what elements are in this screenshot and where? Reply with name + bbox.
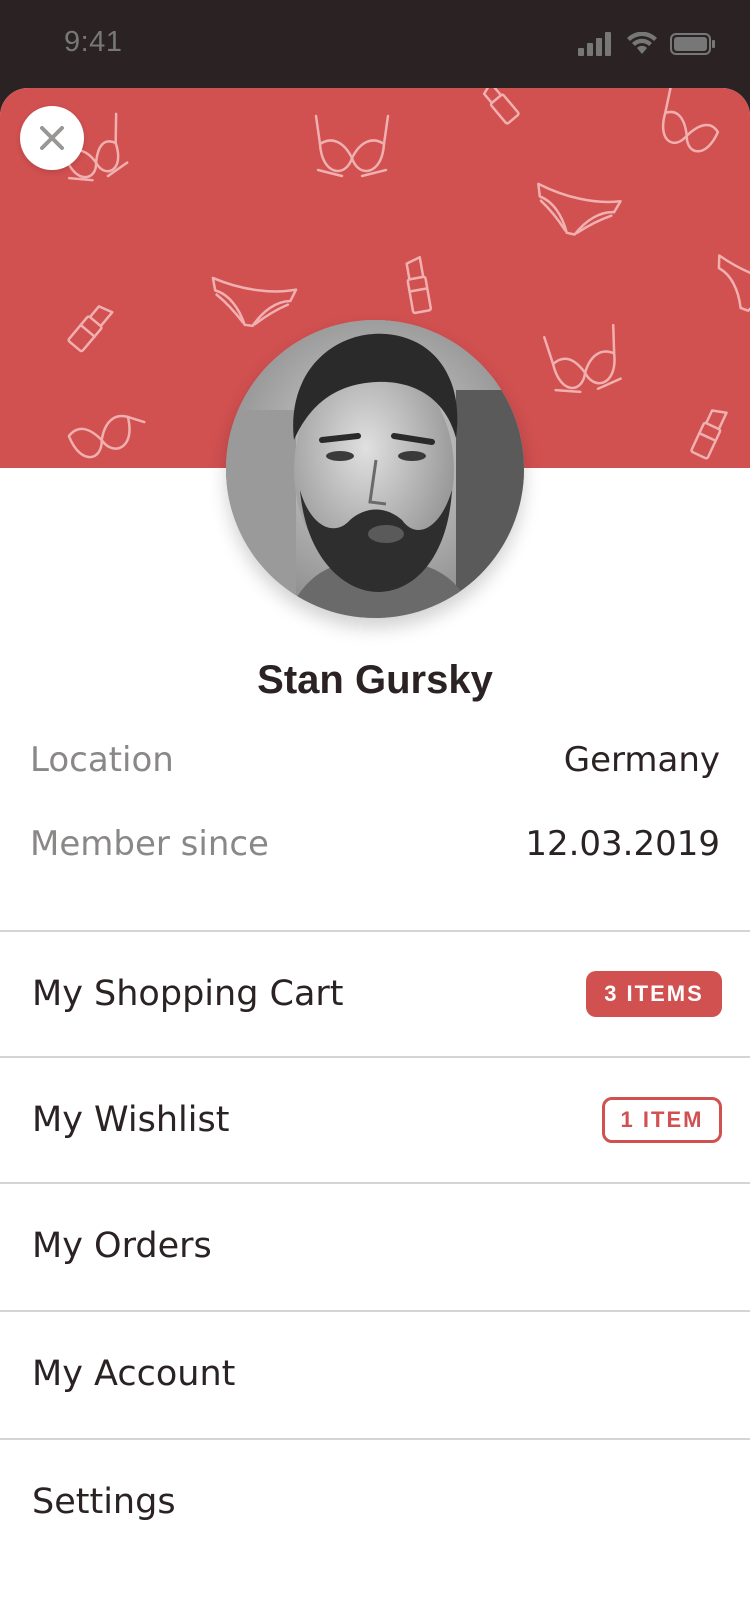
panties-icon [537,182,622,236]
menu-item-label: My Orders [32,1226,212,1266]
info-value: Germany [563,740,720,780]
info-label: Location [30,740,174,780]
menu-item-label: Settings [32,1482,176,1522]
cart-count-badge: 3 ITEMS [586,971,722,1017]
bra-icon [661,88,720,153]
menu-item-label: My Shopping Cart [32,974,344,1014]
menu-item-shopping-cart[interactable]: My Shopping Cart 3 ITEMS [0,932,750,1056]
menu-item-orders[interactable]: My Orders [0,1184,750,1308]
bra-icon [543,323,622,394]
status-bar: 9:41 [0,0,750,88]
bra-icon [67,414,146,459]
panties-icon [717,254,750,312]
menu-item-wishlist[interactable]: My Wishlist 1 ITEM [0,1058,750,1182]
lipstick-icon [690,409,728,460]
menu-item-label: My Account [32,1354,236,1394]
battery-icon [670,33,715,55]
info-value: 12.03.2019 [525,824,720,864]
wishlist-count-badge: 1 ITEM [602,1097,722,1143]
user-name: Stan Gursky [257,658,493,702]
close-button[interactable] [20,106,84,170]
bra-icon [314,114,390,178]
menu-item-account[interactable]: My Account [0,1312,750,1436]
lipstick-icon [67,305,114,353]
profile-sheet: Stan Gursky Location Germany Member sinc… [0,88,750,1624]
info-row-location: Location Germany [30,740,720,780]
info-label: Member since [30,824,269,864]
menu-item-settings[interactable]: Settings [0,1440,750,1564]
avatar [226,320,524,618]
info-row-member-since: Member since 12.03.2019 [30,824,720,864]
status-icons [578,32,716,56]
menu-item-label: My Wishlist [32,1100,230,1140]
lipstick-icon [482,88,520,125]
wifi-icon [627,32,657,54]
avatar-photo [226,320,524,618]
lipstick-icon [405,255,433,315]
panties-icon [211,276,298,328]
close-icon [40,126,64,150]
cellular-signal-icon [578,32,611,56]
status-time: 9:41 [64,26,123,58]
